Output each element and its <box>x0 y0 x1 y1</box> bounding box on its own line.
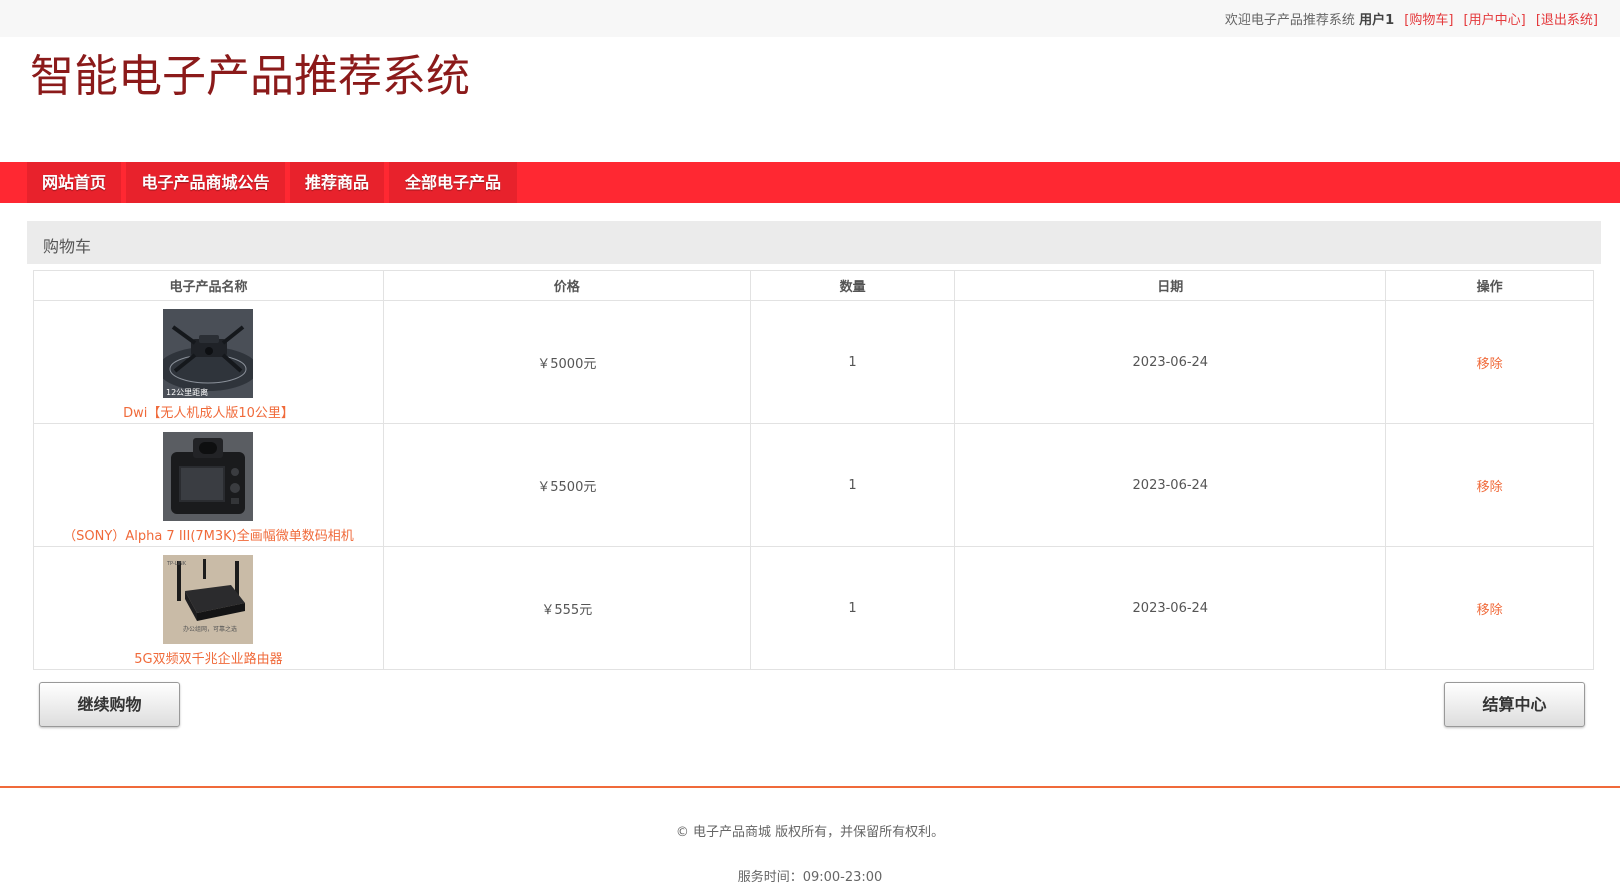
router-thumb-caption: 办公组网，可靠之选 <box>183 625 237 633</box>
site-title: 智能电子产品推荐系统 <box>30 51 470 102</box>
product-link[interactable]: 5G双频双千兆企业路由器 <box>34 648 383 667</box>
table-header-row: 电子产品名称 价格 数量 日期 操作 <box>33 270 1594 301</box>
drone-image: 12公里距离 <box>163 309 254 398</box>
quantity-cell: 1 <box>749 546 956 670</box>
main-nav: 网站首页 电子产品商城公告 推荐商品 全部电子产品 <box>0 162 1620 203</box>
cart-heading: 购物车 <box>43 237 92 256</box>
table-row: （SONY）Alpha 7 III(7M3K)全画幅微单数码相机 ￥5500元 … <box>33 423 1594 547</box>
footer-divider <box>0 786 1620 788</box>
price-cell: ￥555元 <box>382 546 751 670</box>
date-cell: 2023-06-24 <box>954 423 1387 547</box>
nav-recommended[interactable]: 推荐商品 <box>290 162 384 203</box>
nav-home[interactable]: 网站首页 <box>27 162 121 203</box>
quantity-cell: 1 <box>749 423 956 547</box>
camera-image <box>163 432 254 521</box>
cart-table: 电子产品名称 价格 数量 日期 操作 12公里距离 Dwi【无人机成人版10公里… <box>33 270 1594 670</box>
product-link[interactable]: Dwi【无人机成人版10公里】 <box>34 402 383 421</box>
username: 用户1 <box>1359 13 1395 28</box>
date-cell: 2023-06-24 <box>954 546 1387 670</box>
col-action: 操作 <box>1385 270 1594 301</box>
top-bar: 欢迎电子产品推荐系统 用户1 [购物车] [用户中心] [退出系统] <box>0 0 1620 37</box>
col-quantity: 数量 <box>749 270 956 301</box>
nav-announcements[interactable]: 电子产品商城公告 <box>126 162 285 203</box>
quantity-cell: 1 <box>749 300 956 424</box>
footer-service-time: 服务时间：09:00-23:00 <box>737 870 883 885</box>
product-cell: TP-LINK 办公组网，可靠之选 5G双频双千兆企业路由器 <box>33 546 384 670</box>
logout-link[interactable]: [退出系统] <box>1536 13 1598 28</box>
table-row: 12公里距离 Dwi【无人机成人版10公里】 ￥5000元 1 2023-06-… <box>33 300 1594 424</box>
user-links: 欢迎电子产品推荐系统 用户1 [购物车] [用户中心] [退出系统] <box>1225 9 1598 28</box>
nav-all-products[interactable]: 全部电子产品 <box>389 162 517 203</box>
router-thumb-brand: TP-LINK <box>166 561 187 567</box>
footer-copyright: © 电子产品商城 版权所有，并保留所有权利。 <box>675 825 945 840</box>
col-date: 日期 <box>954 270 1387 301</box>
col-price: 价格 <box>382 270 751 301</box>
date-cell: 2023-06-24 <box>954 300 1387 424</box>
remove-link[interactable]: 移除 <box>1477 480 1503 495</box>
price-cell: ￥5000元 <box>382 300 751 424</box>
user-center-link[interactable]: [用户中心] <box>1464 13 1526 28</box>
product-cell: 12公里距离 Dwi【无人机成人版10公里】 <box>33 300 384 424</box>
col-product-name: 电子产品名称 <box>33 270 384 301</box>
router-thumbnail[interactable]: TP-LINK 办公组网，可靠之选 <box>163 555 254 644</box>
product-cell: （SONY）Alpha 7 III(7M3K)全画幅微单数码相机 <box>33 423 384 547</box>
price-cell: ￥5500元 <box>382 423 751 547</box>
camera-thumbnail[interactable] <box>163 432 254 521</box>
table-row: TP-LINK 办公组网，可靠之选 5G双频双千兆企业路由器 ￥555元 1 2… <box>33 546 1594 670</box>
action-cell: 移除 <box>1385 423 1594 547</box>
cart-link[interactable]: [购物车] <box>1404 13 1453 28</box>
action-cell: 移除 <box>1385 546 1594 670</box>
drone-thumbnail[interactable]: 12公里距离 <box>163 309 254 398</box>
continue-shopping-button[interactable]: 继续购物 <box>39 682 180 727</box>
drone-thumb-caption: 12公里距离 <box>166 387 208 397</box>
action-cell: 移除 <box>1385 300 1594 424</box>
router-image: TP-LINK 办公组网，可靠之选 <box>163 555 254 644</box>
remove-link[interactable]: 移除 <box>1477 357 1503 372</box>
cart-panel-header: 购物车 <box>27 221 1601 264</box>
welcome-text: 欢迎电子产品推荐系统 <box>1224 13 1355 28</box>
remove-link[interactable]: 移除 <box>1477 603 1503 618</box>
product-link[interactable]: （SONY）Alpha 7 III(7M3K)全画幅微单数码相机 <box>34 525 383 544</box>
checkout-button[interactable]: 结算中心 <box>1444 682 1585 727</box>
